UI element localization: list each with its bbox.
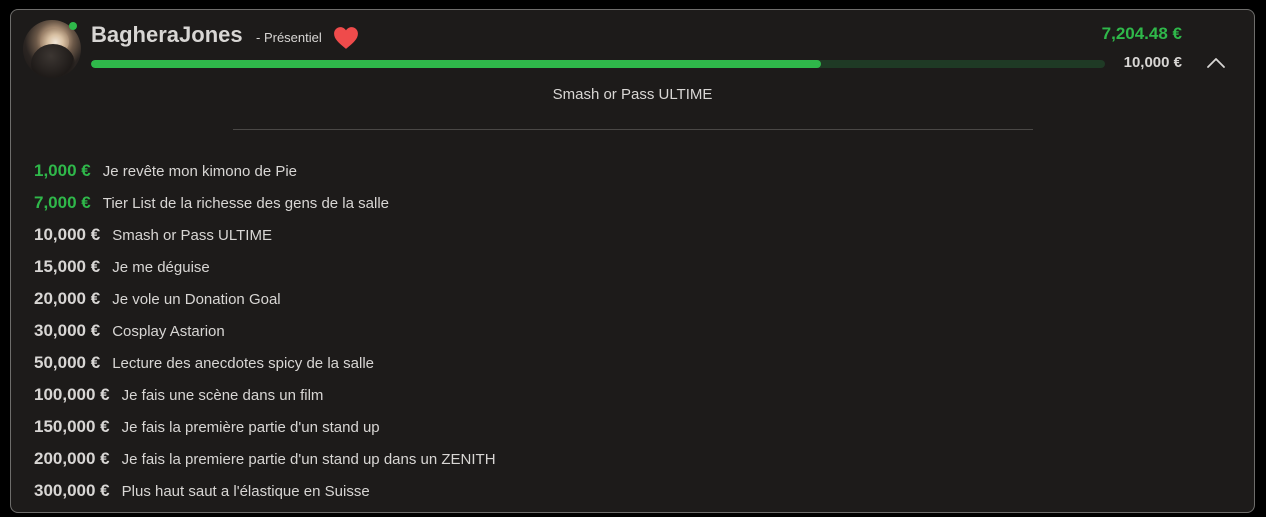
goal-row-label: Je fais une scène dans un film — [121, 386, 324, 404]
goal-row-amount: 15,000 € — [34, 257, 101, 276]
goal-row: 50,000 € Lecture des anecdotes spicy de l… — [34, 347, 496, 379]
goal-row-amount: 300,000 € — [34, 481, 110, 500]
goal-amount: 10,000 € — [1123, 54, 1182, 71]
divider — [233, 129, 1033, 130]
goal-row: 300,000 € Plus haut saut a l'élastique en… — [34, 475, 496, 507]
goal-row-amount: 100,000 € — [34, 385, 110, 404]
progress-bar — [91, 60, 1105, 68]
heart-icon — [334, 27, 358, 49]
online-status-dot — [69, 22, 77, 30]
goal-row-label: Cosplay Astarion — [112, 322, 225, 340]
goal-row-label: Lecture des anecdotes spicy de la salle — [112, 354, 375, 372]
goal-row-label: Plus haut saut a l'élastique en Suisse — [121, 482, 370, 500]
current-goal-title: Smash or Pass ULTIME — [552, 86, 713, 103]
goal-row: 1,000 € Je revête mon kimono de Pie — [34, 155, 496, 187]
goal-row-amount: 1,000 € — [34, 161, 91, 180]
goal-row-label: Tier List de la richesse des gens de la … — [102, 194, 389, 212]
goal-row-amount: 10,000 € — [34, 225, 101, 244]
goal-row-label: Je fais la première partie d'un stand up — [121, 418, 380, 436]
goal-row: 20,000 € Je vole un Donation Goal — [34, 283, 496, 315]
goal-row-label: Je revête mon kimono de Pie — [102, 162, 298, 180]
chevron-up-icon — [1207, 58, 1225, 68]
goal-row: 150,000 € Je fais la première partie d'un… — [34, 411, 496, 443]
goal-row: 200,000 € Je fais la premiere partie d'un… — [34, 443, 496, 475]
goal-row-amount: 30,000 € — [34, 321, 101, 340]
goal-row-amount: 150,000 € — [34, 417, 110, 436]
goal-row-amount: 7,000 € — [34, 193, 91, 212]
goal-row: 10,000 € Smash or Pass ULTIME — [34, 219, 496, 251]
goal-row: 30,000 € Cosplay Astarion — [34, 315, 496, 347]
presence-label: - Présentiel — [256, 30, 322, 45]
goal-row-label: Je vole un Donation Goal — [112, 290, 281, 308]
goal-list: 1,000 € Je revête mon kimono de Pie 7,000 … — [34, 155, 496, 507]
goal-row-label: Smash or Pass ULTIME — [112, 226, 272, 244]
goal-row-label: Je me déguise — [112, 258, 210, 276]
goal-row: 100,000 € Je fais une scène dans un film — [34, 379, 496, 411]
donation-goal-card: BagheraJones - Présentiel 7,204.48 € 10,… — [10, 9, 1255, 513]
goal-row-amount: 50,000 € — [34, 353, 101, 372]
streamer-name: BagheraJones — [91, 22, 243, 47]
goal-row-label: Je fais la premiere partie d'un stand up… — [121, 450, 496, 468]
progress-bar-fill — [91, 60, 822, 68]
goal-row: 15,000 € Je me déguise — [34, 251, 496, 283]
goal-row: 7,000 € Tier List de la richesse des gens… — [34, 187, 496, 219]
collapse-button[interactable] — [1202, 50, 1230, 76]
current-amount: 7,204.48 € — [1101, 24, 1182, 43]
goal-row-amount: 20,000 € — [34, 289, 101, 308]
goal-row-amount: 200,000 € — [34, 449, 110, 468]
